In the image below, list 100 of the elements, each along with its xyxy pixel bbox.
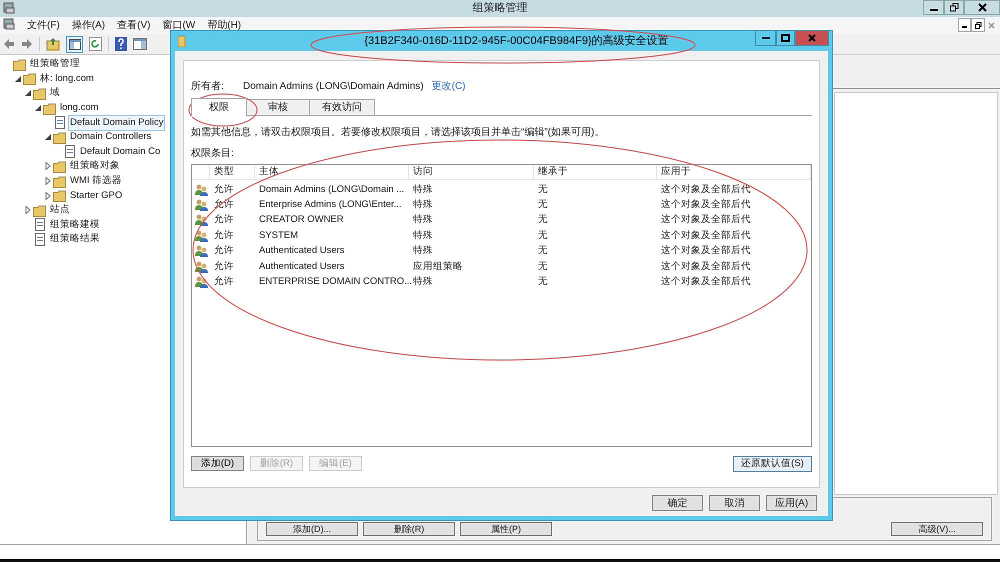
- back-icon[interactable]: [3, 38, 15, 50]
- collapsed-arrow-icon[interactable]: [44, 177, 50, 186]
- minimize-icon: [962, 26, 967, 28]
- tree-item[interactable]: Starter GPO: [68, 188, 124, 204]
- maximize-button[interactable]: [776, 30, 795, 46]
- restore-defaults-button[interactable]: 还原默认值(S): [733, 456, 812, 472]
- expanded-arrow-icon[interactable]: [44, 134, 50, 140]
- column-header[interactable]: 应用于: [657, 165, 811, 179]
- tab[interactable]: 有效访问: [309, 99, 375, 116]
- restore-button[interactable]: [944, 0, 964, 15]
- owner-name: Domain Admins (LONG\Domain Admins): [243, 80, 424, 94]
- menu-item[interactable]: 帮助(H): [207, 18, 242, 33]
- app-icon: [3, 18, 15, 30]
- folder-icon: [33, 204, 46, 217]
- close-button[interactable]: [964, 0, 1000, 15]
- tree-item[interactable]: 组策略管理: [28, 56, 82, 72]
- button[interactable]: 高级(V)...: [891, 522, 983, 536]
- collapsed-arrow-icon[interactable]: [24, 206, 30, 214]
- table-cell-text: SYSTEM: [258, 228, 300, 243]
- table-cell-text: 无: [537, 198, 549, 212]
- tree-item[interactable]: WMI 筛选器: [68, 172, 124, 190]
- table-cell-text: 特殊: [412, 213, 434, 228]
- expanded-arrow-icon[interactable]: [14, 76, 20, 82]
- info-text: 如需其他信息，请双击权限项目。若要修改权限项目，请选择该项目并单击“编辑”(如果可用)。: [191, 126, 606, 140]
- minimize-button[interactable]: [958, 18, 971, 32]
- table-cell-text: Authenticated Users: [258, 244, 346, 258]
- console-icon[interactable]: [133, 38, 147, 50]
- button[interactable]: 添加(D)...: [266, 522, 358, 536]
- table-cell-text: 这个对象及全部后代: [660, 244, 752, 258]
- table-cell-text: 这个对象及全部后代: [660, 274, 752, 289]
- restore-button[interactable]: [971, 18, 985, 32]
- tree-item[interactable]: 林: long.com: [38, 70, 96, 88]
- folder-icon: [23, 72, 36, 86]
- menu-item[interactable]: 窗口(W: [162, 18, 196, 33]
- tab[interactable]: 权限: [191, 98, 247, 117]
- table-cell-text: 无: [537, 213, 549, 228]
- table-cell-text: 特殊: [412, 244, 434, 258]
- expanded-arrow-icon[interactable]: [24, 90, 30, 96]
- button[interactable]: 确定: [652, 495, 703, 511]
- users-icon: [194, 260, 208, 273]
- tree-item[interactable]: 站点: [48, 202, 72, 218]
- forward-icon[interactable]: [21, 38, 33, 50]
- tree-item[interactable]: Default Domain Policy: [68, 114, 166, 131]
- folder-icon: [178, 35, 186, 47]
- collapsed-arrow-icon[interactable]: [44, 162, 50, 170]
- tree-toggle-button[interactable]: [66, 36, 83, 52]
- close-icon: [988, 22, 995, 28]
- minimize-button[interactable]: [923, 0, 944, 15]
- refresh-icon[interactable]: [89, 37, 102, 51]
- column-header[interactable]: 类型: [210, 165, 255, 179]
- table-cell-text: 这个对象及全部后代: [660, 213, 752, 228]
- minimize-button[interactable]: [755, 30, 776, 46]
- table-cell-text: ENTERPRISE DOMAIN CONTRO...: [258, 274, 409, 289]
- expanded-arrow-icon[interactable]: [34, 105, 40, 112]
- users-icon: [194, 245, 208, 258]
- close-icon: [808, 34, 816, 42]
- table-cell-text: 无: [537, 228, 549, 243]
- users-icon: [194, 199, 208, 212]
- button[interactable]: 应用(A): [766, 495, 817, 511]
- column-header[interactable]: 访问: [409, 165, 534, 179]
- menu-item[interactable]: 文件(F): [27, 18, 60, 33]
- table-cell-text: 允许: [213, 182, 235, 197]
- tree-item[interactable]: 域: [48, 85, 62, 102]
- table-cell-text: CREATOR OWNER: [258, 213, 345, 228]
- change-link[interactable]: 更改(C): [432, 78, 466, 94]
- table-cell-text: 无: [537, 260, 549, 274]
- table-cell-text: 允许: [213, 244, 235, 258]
- table-cell-text: Authenticated Users: [258, 260, 346, 274]
- close-icon: [978, 3, 986, 12]
- folder-up-icon[interactable]: [46, 37, 60, 51]
- folder-icon: [33, 86, 46, 100]
- table-cell-text: 特殊: [412, 228, 434, 243]
- folder-icon: [43, 102, 56, 115]
- folder-icon: [53, 189, 66, 202]
- button[interactable]: 属性(P): [460, 522, 552, 536]
- button[interactable]: 取消: [709, 495, 760, 511]
- tree-item[interactable]: 组策略结果: [48, 231, 102, 248]
- folder-icon: [53, 160, 66, 173]
- users-icon: [194, 184, 208, 196]
- collapsed-arrow-icon[interactable]: [44, 192, 50, 200]
- owner-label: 所有者:: [191, 80, 225, 94]
- button[interactable]: 添加(D): [191, 456, 244, 471]
- minimize-icon: [762, 36, 770, 40]
- table-cell-text: 允许: [213, 260, 235, 274]
- tree-item[interactable]: Default Domain Co: [78, 144, 162, 160]
- tree-item[interactable]: 组策略对象: [68, 158, 122, 175]
- column-header[interactable]: 主体: [255, 165, 409, 179]
- menu-item[interactable]: 操作(A): [72, 18, 106, 33]
- document-icon: [33, 218, 46, 232]
- tree-item[interactable]: 组策略建模: [48, 216, 102, 233]
- tree-item[interactable]: long.com: [58, 100, 101, 116]
- app-icon: [3, 2, 15, 14]
- tab[interactable]: 审核: [246, 99, 310, 116]
- table-cell-text: 这个对象及全部后代: [660, 260, 752, 274]
- button[interactable]: 删除(R): [363, 522, 455, 536]
- table-cell-text: 这个对象及全部后代: [660, 198, 752, 212]
- help-icon[interactable]: [115, 37, 127, 51]
- column-header[interactable]: 继承于: [534, 165, 657, 179]
- menu-item[interactable]: 查看(V): [117, 18, 150, 33]
- tree-item[interactable]: Domain Controllers: [68, 129, 154, 146]
